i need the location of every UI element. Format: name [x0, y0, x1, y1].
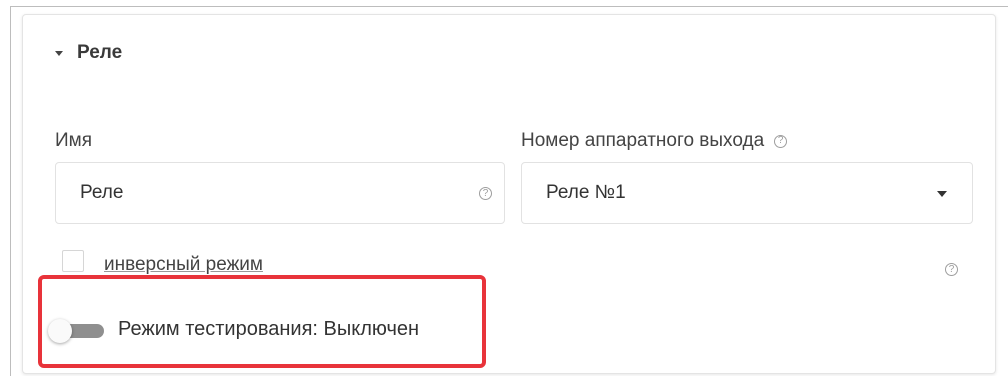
hardware-output-selected: Реле №1 — [546, 182, 626, 203]
hardware-output-select[interactable]: Реле №1 — [521, 162, 973, 224]
name-input-value[interactable]: Реле — [80, 182, 123, 204]
output-help-icon[interactable]: ? — [774, 134, 788, 148]
inverse-mode-checkbox[interactable] — [62, 250, 84, 272]
section-title: Реле — [77, 42, 123, 63]
output-field-label-row: Номер аппаратного выхода ? — [521, 130, 788, 152]
name-field-label: Имя — [55, 130, 93, 151]
highlight-annotation — [38, 275, 486, 368]
inverse-mode-label[interactable]: инверсный режим — [104, 254, 263, 276]
chevron-down-icon[interactable] — [937, 191, 947, 197]
relay-section-header[interactable]: Реле — [55, 40, 122, 66]
caret-down-icon[interactable] — [55, 50, 63, 56]
inverse-mode-help-icon[interactable]: ? — [945, 263, 958, 276]
name-input[interactable]: Реле ? — [55, 162, 505, 224]
output-field-label: Номер аппаратного выхода — [521, 130, 765, 151]
name-help-icon[interactable]: ? — [479, 187, 492, 200]
